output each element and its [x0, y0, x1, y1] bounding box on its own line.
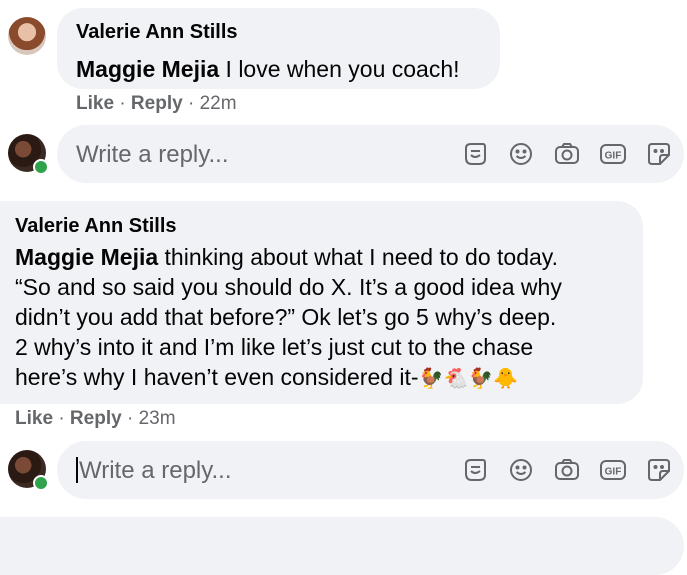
commenter-avatar[interactable]: [8, 17, 46, 55]
text-caret: [76, 457, 78, 483]
comment-bubble: Valerie Ann Stills Maggie Mejia thinking…: [0, 201, 643, 404]
svg-text:GIF: GIF: [605, 467, 622, 478]
comment-line: thinking about what I need to do today.: [158, 244, 558, 270]
comment-actions: Like · Reply · 22m: [76, 93, 237, 115]
mention-link[interactable]: Maggie Mejia: [76, 56, 219, 82]
online-indicator: [33, 475, 49, 491]
comment-line: here’s why I haven’t even considered it-: [15, 364, 419, 390]
comment-text: Maggie Mejia I love when you coach!: [76, 54, 460, 84]
avatar-sticker-icon[interactable]: [460, 455, 490, 485]
comment-text: Maggie Mejia thinking about what I need …: [15, 242, 562, 394]
comment-bubble: Valerie Ann Stills Maggie Mejia I love w…: [57, 8, 500, 89]
placeholder-text: Write a reply...: [79, 457, 232, 484]
timestamp[interactable]: 23m: [139, 408, 176, 429]
emoji-icon[interactable]: [506, 139, 536, 169]
emoji-icon[interactable]: [506, 455, 536, 485]
svg-text:GIF: GIF: [605, 151, 622, 162]
mention-link[interactable]: Maggie Mejia: [15, 244, 158, 270]
separator: ·: [126, 408, 139, 429]
sticker-icon[interactable]: [644, 139, 674, 169]
gif-icon[interactable]: GIF: [598, 455, 628, 485]
like-link[interactable]: Like: [15, 408, 53, 429]
reply-tools: GIF: [460, 139, 675, 169]
emoji-sequence: 🐓🐔🐓🐥: [418, 368, 519, 390]
separator: ·: [58, 408, 70, 429]
comment-actions: Like · Reply · 23m: [15, 408, 176, 430]
reply-input-partial[interactable]: [0, 517, 684, 575]
timestamp[interactable]: 22m: [200, 93, 237, 114]
like-link[interactable]: Like: [76, 93, 114, 114]
comment-line: didn’t you add that before?” Ok let’s go…: [15, 304, 557, 330]
comment-line: 2 why’s into it and I’m like let’s just …: [15, 334, 534, 360]
reply-placeholder: Write a reply...: [76, 141, 229, 168]
online-indicator: [33, 159, 49, 175]
comment-body: I love when you coach!: [219, 56, 460, 82]
reply-tools: GIF: [460, 455, 675, 485]
camera-icon[interactable]: [552, 139, 582, 169]
separator: ·: [119, 93, 131, 114]
comment-author[interactable]: Valerie Ann Stills: [76, 21, 238, 44]
reply-link[interactable]: Reply: [131, 93, 183, 114]
avatar-sticker-icon[interactable]: [460, 139, 490, 169]
reply-placeholder: Write a reply...: [76, 457, 231, 485]
reply-link[interactable]: Reply: [70, 408, 122, 429]
camera-icon[interactable]: [552, 455, 582, 485]
separator: ·: [187, 93, 200, 114]
reply-input[interactable]: Write a reply... GIF: [57, 125, 684, 183]
reply-input[interactable]: Write a reply... GIF: [57, 441, 684, 499]
gif-icon[interactable]: GIF: [598, 139, 628, 169]
comment-author[interactable]: Valerie Ann Stills: [15, 215, 177, 238]
sticker-icon[interactable]: [644, 455, 674, 485]
comment-line: “So and so said you should do X. It’s a …: [15, 274, 562, 300]
